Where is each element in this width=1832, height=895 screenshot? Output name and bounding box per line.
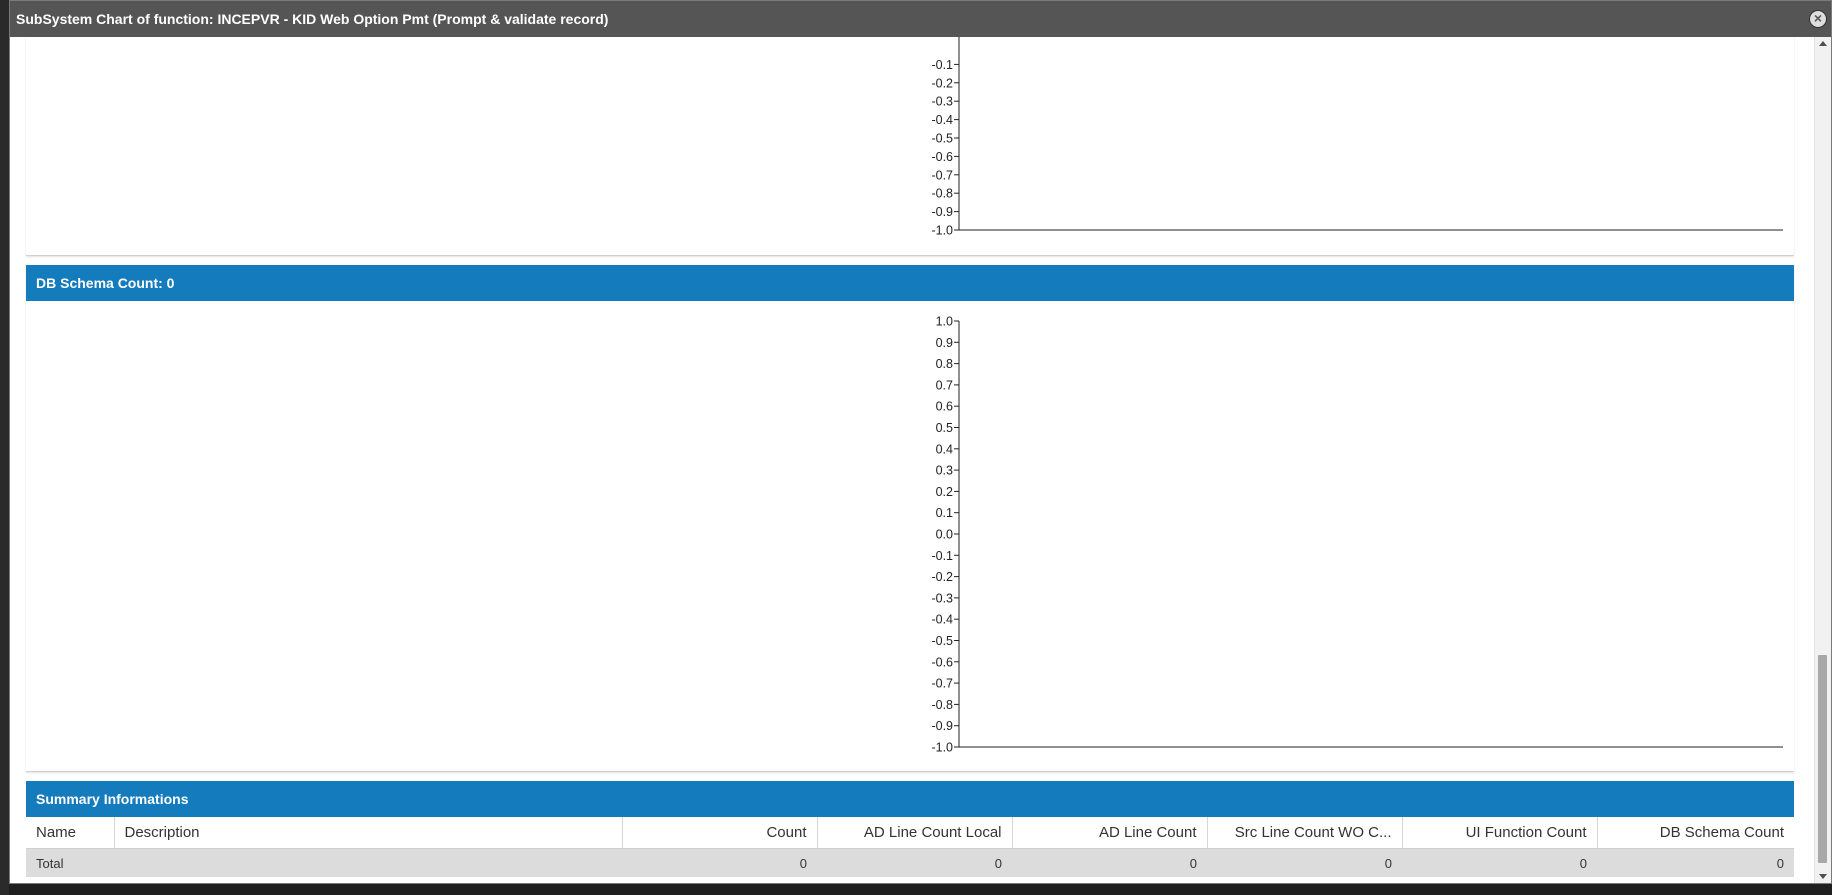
db-schema-chart: 1.0 0.9 0.8 0.7 0.6 0.5 0.4 0.3 0.2 0.1 0.0 -0.1 -0.… — [931, 315, 1783, 755]
y-axis-tick-label: 0.2 — [936, 485, 953, 499]
background-app-strip — [0, 0, 9, 895]
cell-ad-line-count-local: 0 — [817, 848, 1012, 877]
scrollbar-thumb[interactable] — [1818, 655, 1827, 863]
cell-description — [114, 848, 622, 877]
y-axis-tick-label: -1.0 — [931, 741, 953, 755]
chart-panel-top: -0.1 -0.2 -0.3 -0.4 -0.5 -0.6 -0.7 -0.8 -0.9 -1.0 — [26, 37, 1794, 256]
y-axis-tick-label: -0.1 — [931, 58, 953, 72]
y-axis-tick-label: -0.7 — [931, 677, 953, 691]
column-header-count[interactable]: Count — [622, 817, 818, 849]
y-axis-tick-label: -0.9 — [931, 719, 953, 733]
column-header-name[interactable]: Name — [26, 817, 115, 849]
summary-header: Summary Informations — [26, 781, 1794, 817]
dialog-title: SubSystem Chart of function: INCEPVR - K… — [16, 11, 609, 27]
db-schema-panel: DB Schema Count: 0 1.0 0.9 0.8 0.7 0.6 0.5 0.4… — [26, 265, 1794, 772]
y-axis-tick-label: -0.8 — [931, 698, 953, 712]
cell-db-schema-count: 0 — [1597, 848, 1794, 877]
y-axis-tick-label: -0.8 — [931, 187, 953, 201]
y-axis-tick-label: -0.4 — [931, 113, 953, 127]
summary-table: Name Description Count AD Line Count Loc… — [26, 817, 1794, 877]
y-axis-tick-label: -0.7 — [931, 168, 953, 182]
cell-count: 0 — [622, 848, 817, 877]
close-icon[interactable]: × — [1809, 10, 1827, 28]
y-axis-tick-label: -0.2 — [931, 76, 953, 90]
y-axis-tick-label: -0.9 — [931, 205, 953, 219]
dialog-title-bar[interactable]: SubSystem Chart of function: INCEPVR - K… — [10, 1, 1831, 37]
y-axis-tick-label: 0.8 — [936, 357, 953, 371]
y-axis-tick-label: -0.2 — [931, 570, 953, 584]
y-axis-tick-label: -0.4 — [931, 613, 953, 627]
y-axis-tick-label: -0.6 — [931, 655, 953, 669]
summary-header-row: Name Description Count AD Line Count Loc… — [26, 817, 1794, 849]
y-axis-tick-label: 0.0 — [936, 528, 953, 542]
scroll-down-arrow-icon[interactable] — [1819, 874, 1827, 879]
y-axis-tick-label: 0.4 — [936, 442, 953, 456]
y-axis-tick-label: -0.3 — [931, 591, 953, 605]
cell-name: Total — [26, 848, 114, 877]
y-axis-tick-label: 1.0 — [936, 315, 953, 329]
y-axis-tick-label: -0.1 — [931, 549, 953, 563]
top-chart: -0.1 -0.2 -0.3 -0.4 -0.5 -0.6 -0.7 -0.8 -0.9 -1.0 — [931, 37, 1783, 238]
cell-ui-function-count: 0 — [1402, 848, 1597, 877]
column-header-ad-line-count-local[interactable]: AD Line Count Local — [817, 817, 1013, 849]
scroll-up-arrow-icon[interactable] — [1819, 41, 1827, 46]
cell-ad-line-count: 0 — [1012, 848, 1207, 877]
dialog-content[interactable]: -0.1 -0.2 -0.3 -0.4 -0.5 -0.6 -0.7 -0.8 -0.9 -1.0… — [10, 37, 1831, 883]
db-schema-header: DB Schema Count: 0 — [26, 265, 1794, 301]
y-axis-tick-label: 0.6 — [936, 400, 953, 414]
column-header-ui-function-count[interactable]: UI Function Count — [1402, 817, 1598, 849]
summary-panel: Summary Informations Name Description Co… — [26, 781, 1794, 881]
column-header-src-line-count[interactable]: Src Line Count WO C... — [1207, 817, 1403, 849]
y-axis-tick-label: 0.3 — [936, 464, 953, 478]
subsystem-chart-dialog: SubSystem Chart of function: INCEPVR - K… — [9, 0, 1832, 884]
cell-src-line-count: 0 — [1207, 848, 1402, 877]
y-axis-tick-label: -1.0 — [931, 224, 953, 238]
column-header-description[interactable]: Description — [114, 817, 623, 849]
y-axis-tick-label: -0.5 — [931, 132, 953, 146]
y-axis-tick-label: -0.3 — [931, 95, 953, 109]
y-axis-tick-label: -0.6 — [931, 150, 953, 164]
y-axis-tick-label: 0.1 — [936, 506, 953, 520]
table-row[interactable]: Total 0 0 0 0 0 0 — [26, 848, 1794, 877]
y-axis-tick-label: 0.9 — [936, 336, 953, 350]
y-axis-tick-label: -0.5 — [931, 634, 953, 648]
y-axis-tick-label: 0.7 — [936, 378, 953, 392]
column-header-db-schema-count[interactable]: DB Schema Count — [1597, 817, 1794, 849]
y-axis-tick-label: 0.5 — [936, 421, 953, 435]
column-header-ad-line-count[interactable]: AD Line Count — [1012, 817, 1208, 849]
vertical-scrollbar[interactable] — [1814, 37, 1831, 883]
